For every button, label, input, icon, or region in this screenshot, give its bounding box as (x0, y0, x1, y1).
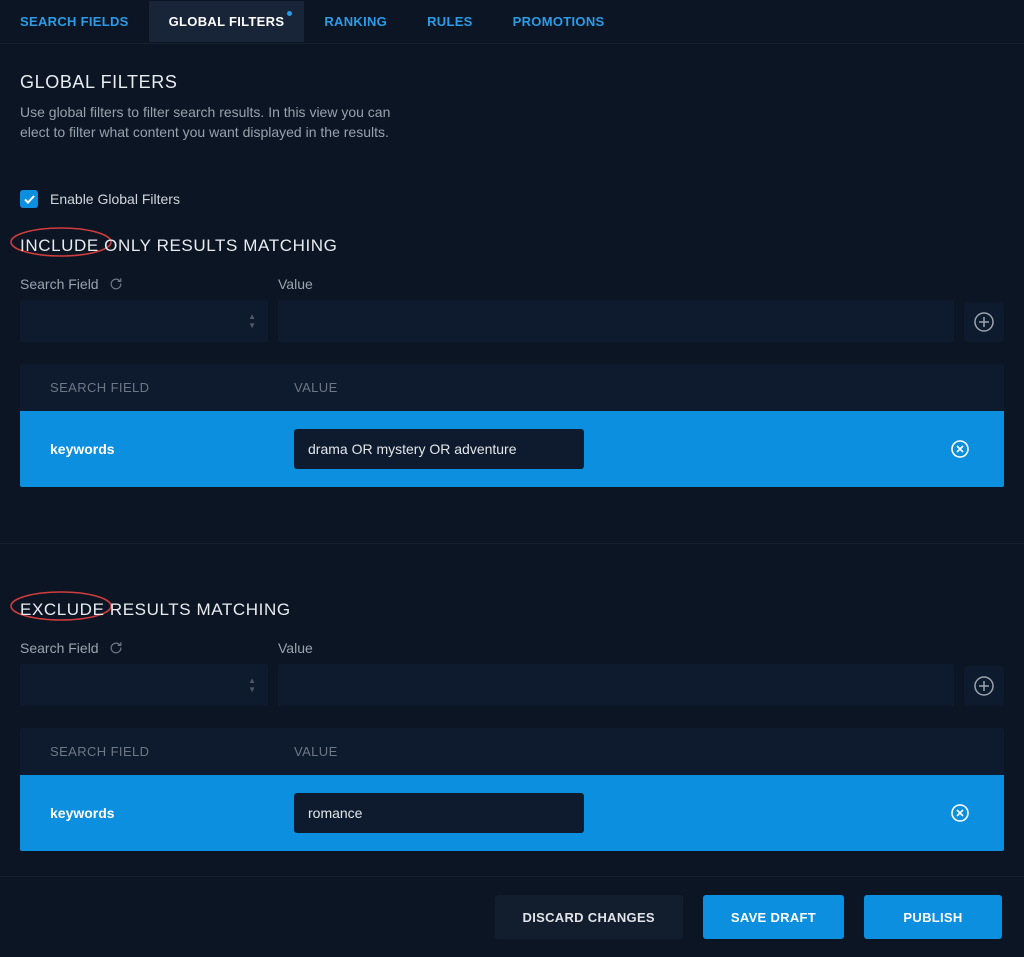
exclude-table: SEARCH FIELD VALUE keywords romance (20, 728, 1004, 851)
th-search-field: SEARCH FIELD (50, 744, 294, 759)
include-search-field-label: Search Field (20, 276, 268, 292)
td-value: drama OR mystery OR adventure (294, 429, 946, 469)
include-search-field-select[interactable]: ▲▼ (20, 300, 268, 342)
remove-row-button[interactable] (946, 439, 974, 459)
enable-filters-checkbox[interactable] (20, 190, 38, 208)
check-icon (24, 195, 35, 204)
td-value: romance (294, 793, 946, 833)
close-circle-icon (950, 439, 970, 459)
tab-label: GLOBAL FILTERS (169, 14, 285, 29)
include-value-label: Value (278, 276, 954, 292)
section-divider (0, 543, 1024, 544)
exclude-input-row: Search Field ▲▼ Value (20, 640, 1004, 706)
th-search-field: SEARCH FIELD (50, 380, 294, 395)
select-chevrons-icon: ▲▼ (248, 676, 256, 694)
tab-bar: SEARCH FIELDS GLOBAL FILTERS RANKING RUL… (0, 0, 1024, 44)
td-field: keywords (50, 805, 294, 821)
footer-actions: DISCARD CHANGES SAVE DRAFT PUBLISH (0, 876, 1024, 957)
table-row: keywords drama OR mystery OR adventure (20, 411, 1004, 487)
refresh-icon[interactable] (109, 277, 123, 291)
table-head: SEARCH FIELD VALUE (20, 728, 1004, 775)
value-chip[interactable]: drama OR mystery OR adventure (294, 429, 584, 469)
publish-button[interactable]: PUBLISH (864, 895, 1002, 939)
exclude-value-input[interactable] (278, 664, 954, 706)
close-circle-icon (950, 803, 970, 823)
value-chip[interactable]: romance (294, 793, 584, 833)
tab-global-filters[interactable]: GLOBAL FILTERS (149, 1, 305, 42)
remove-row-button[interactable] (946, 803, 974, 823)
tab-indicator-dot (287, 11, 292, 16)
include-section-title: INCLUDE ONLY RESULTS MATCHING (20, 236, 1004, 256)
plus-circle-icon (973, 675, 995, 697)
enable-filters-label: Enable Global Filters (50, 191, 180, 207)
discard-button[interactable]: DISCARD CHANGES (495, 895, 683, 939)
exclude-add-button[interactable] (964, 666, 1004, 706)
exclude-value-label: Value (278, 640, 954, 656)
select-chevrons-icon: ▲▼ (248, 312, 256, 330)
refresh-icon[interactable] (109, 641, 123, 655)
table-row: keywords romance (20, 775, 1004, 851)
tab-search-fields[interactable]: SEARCH FIELDS (0, 1, 149, 42)
page-description: Use global filters to filter search resu… (20, 103, 420, 142)
th-value: VALUE (294, 744, 974, 759)
label-text: Search Field (20, 276, 99, 292)
include-input-row: Search Field ▲▼ Value (20, 276, 1004, 342)
save-draft-button[interactable]: SAVE DRAFT (703, 895, 844, 939)
page-title: GLOBAL FILTERS (20, 72, 1004, 93)
plus-circle-icon (973, 311, 995, 333)
label-text: Search Field (20, 640, 99, 656)
exclude-section-title: EXCLUDE RESULTS MATCHING (20, 600, 1004, 620)
tab-ranking[interactable]: RANKING (304, 1, 407, 42)
include-value-input[interactable] (278, 300, 954, 342)
th-value: VALUE (294, 380, 974, 395)
tab-rules[interactable]: RULES (407, 1, 493, 42)
exclude-search-field-label: Search Field (20, 640, 268, 656)
exclude-search-field-select[interactable]: ▲▼ (20, 664, 268, 706)
include-table: SEARCH FIELD VALUE keywords drama OR mys… (20, 364, 1004, 487)
tab-promotions[interactable]: PROMOTIONS (493, 1, 625, 42)
include-add-button[interactable] (964, 302, 1004, 342)
td-field: keywords (50, 441, 294, 457)
table-head: SEARCH FIELD VALUE (20, 364, 1004, 411)
